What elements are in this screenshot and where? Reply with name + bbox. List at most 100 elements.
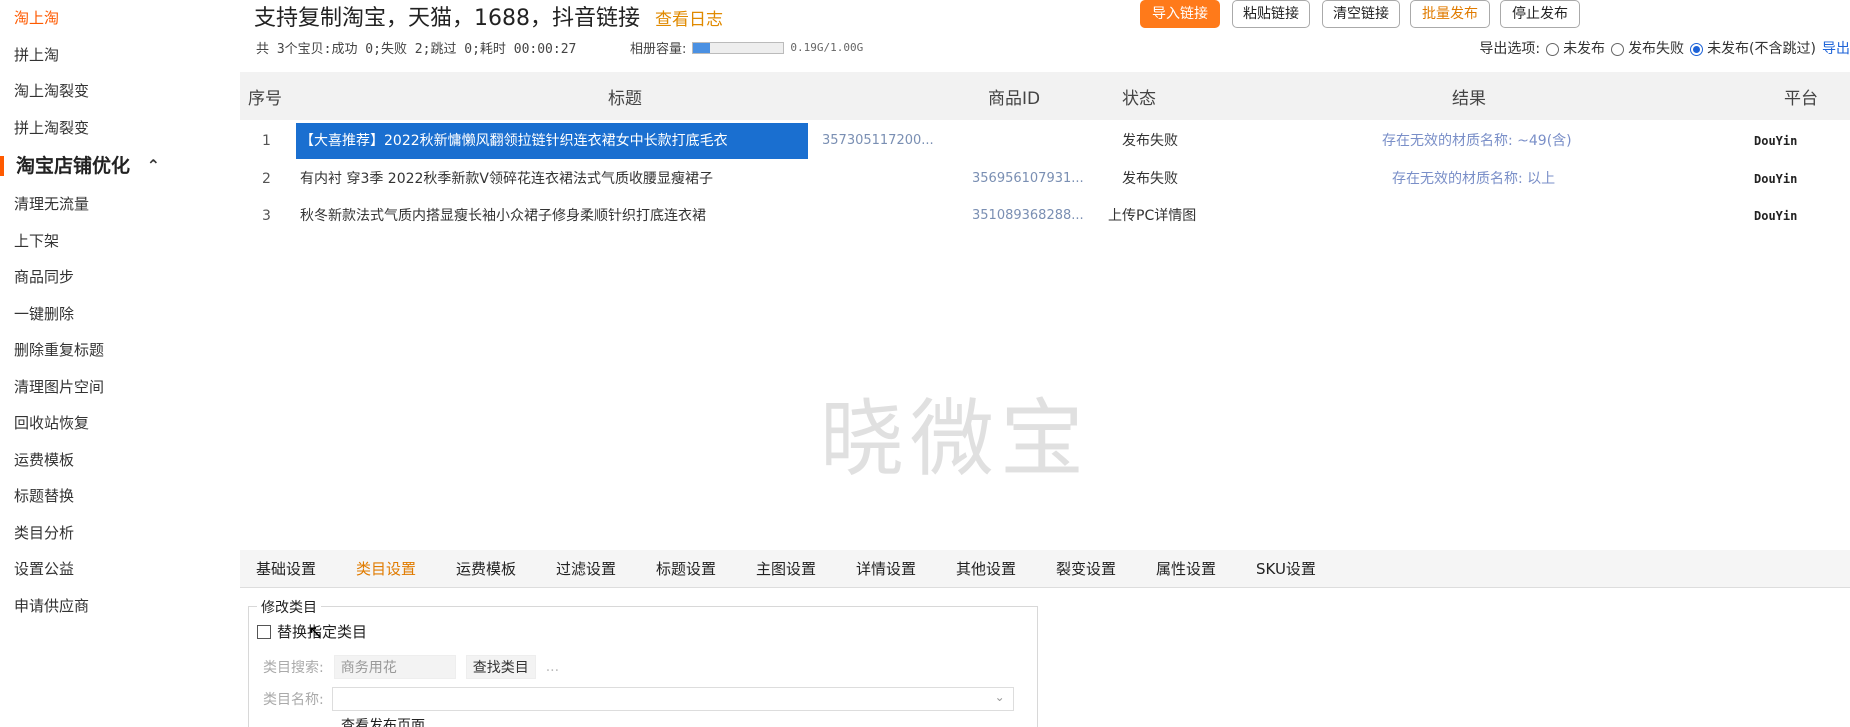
row-num: 2: [262, 171, 271, 187]
table-row[interactable]: 1 【大喜推荐】2022秋新慵懒风翻领拉链针织连衣裙女中长款打底毛衣 35730…: [240, 123, 1850, 159]
category-name-row: 类目名称: ⌄: [263, 687, 1014, 711]
capacity-bar-fill: [693, 42, 711, 53]
column-header-title: 标题: [608, 89, 642, 109]
row-title: 秋冬新款法式气质内搭显瘦长袖小众裙子修身柔顺针织打底连衣裙: [300, 208, 706, 224]
tab-basic[interactable]: 基础设置: [256, 550, 316, 588]
tab-fission[interactable]: 裂变设置: [1056, 550, 1116, 588]
capacity-label: 相册容量:: [630, 42, 687, 57]
tab-main-image[interactable]: 主图设置: [756, 550, 816, 588]
tab-attribute[interactable]: 属性设置: [1156, 550, 1216, 588]
sidebar-item-one-click-delete[interactable]: 一键删除: [0, 296, 200, 333]
radio-icon: [1611, 42, 1625, 56]
row-result: 存在无效的材质名称: 以上: [1392, 171, 1556, 187]
checkbox[interactable]: [257, 624, 271, 639]
sidebar-item-taoshangtao-fission[interactable]: 淘上淘裂变: [0, 73, 200, 110]
import-link-button[interactable]: 导入链接: [1140, 0, 1220, 28]
export-option-unpublished[interactable]: 未发布: [1546, 38, 1605, 58]
row-platform: DouYin: [1754, 209, 1798, 223]
row-product-id: 357305117200...: [822, 133, 934, 148]
category-search-input[interactable]: 商务用花: [333, 655, 456, 679]
sidebar-item-supplier-apply[interactable]: 申请供应商: [0, 588, 200, 625]
paste-link-button[interactable]: 粘贴链接: [1232, 0, 1310, 28]
radio-selected-icon: [1690, 42, 1704, 56]
category-search-label: 类目搜索:: [263, 660, 324, 676]
chevron-up-icon[interactable]: ⌃: [147, 146, 160, 186]
sidebar-item-charity[interactable]: 设置公益: [0, 551, 200, 588]
column-header-id: 商品ID: [988, 89, 1041, 109]
dots: ...: [545, 659, 560, 675]
panel-title: 修改类目: [257, 597, 321, 617]
sidebar-item-category-analysis[interactable]: 类目分析: [0, 515, 200, 552]
row-num: 1: [262, 133, 271, 149]
row-product-id: 351089368288...: [972, 208, 1084, 223]
tab-title[interactable]: 标题设置: [656, 550, 716, 588]
row-title: 有内衬 穿3季 2022秋季新款V领碎花连衣裙法式气质收腰显瘦裙子: [300, 171, 714, 187]
sidebar-section-shop-optimize[interactable]: 淘宝店铺优化 ⌃: [0, 146, 200, 186]
stop-publish-button[interactable]: 停止发布: [1500, 0, 1580, 28]
mouse-cursor-icon: ↖: [308, 622, 324, 643]
column-header-platform: 平台: [1784, 89, 1818, 109]
row-product-id: 356956107931...: [972, 171, 1084, 186]
sidebar-item-delete-duplicate-title[interactable]: 删除重复标题: [0, 332, 200, 369]
app-root: 淘上淘 拼上淘 淘上淘裂变 拼上淘裂变 淘宝店铺优化 ⌃ 清理无流量 上下架 商…: [0, 0, 1850, 727]
column-header-result: 结果: [1452, 89, 1486, 109]
sidebar-item-shipping-template[interactable]: 运费模板: [0, 442, 200, 479]
sidebar-item-title-replace[interactable]: 标题替换: [0, 478, 200, 515]
export-option-failed[interactable]: 发布失败: [1611, 38, 1684, 58]
row-platform: DouYin: [1754, 134, 1798, 148]
category-search-row: 类目搜索: 商务用花 查找类目 ...: [263, 655, 559, 679]
tab-shipping[interactable]: 运费模板: [456, 550, 516, 588]
page-title-text: 支持复制淘宝，天猫，1688，抖音链接: [254, 6, 640, 31]
section-accent-bar: [0, 156, 4, 176]
category-name-select[interactable]: ⌄: [331, 687, 1014, 711]
export-option-unpublished-noskip[interactable]: 未发布(不含跳过): [1690, 38, 1816, 58]
watermark: 晓微宝: [820, 390, 1091, 488]
page-title: 支持复制淘宝，天猫，1688，抖音链接 查看日志: [254, 0, 723, 32]
export-options: 导出选项: 未发布 发布失败 未发布(不含跳过) 导出: [1479, 38, 1850, 58]
sidebar-item-clean-image-space[interactable]: 清理图片空间: [0, 369, 200, 406]
chevron-down-icon: ⌄: [994, 690, 1005, 704]
export-label: 导出选项:: [1479, 41, 1541, 57]
album-capacity: 相册容量: 0.19G/1.00G: [630, 38, 863, 57]
sidebar-item-recycle-restore[interactable]: 回收站恢复: [0, 405, 200, 442]
tab-sku[interactable]: SKU设置: [1256, 550, 1316, 588]
row-result: 存在无效的材质名称: ~49(含): [1382, 133, 1572, 149]
radio-icon: [1546, 42, 1560, 56]
sidebar: 淘上淘 拼上淘 淘上淘裂变 拼上淘裂变 淘宝店铺优化 ⌃ 清理无流量 上下架 商…: [0, 0, 200, 727]
sidebar-item-pinshangtao-fission[interactable]: 拼上淘裂变: [0, 110, 200, 147]
stats-text: 共 3个宝贝:成功 0;失败 2;跳过 0;耗时 00:00:27: [256, 42, 577, 57]
capacity-value: 0.19G/1.00G: [790, 41, 864, 54]
batch-publish-button[interactable]: 批量发布: [1410, 0, 1490, 28]
table-header: [240, 72, 1850, 120]
category-name-label: 类目名称:: [263, 692, 324, 708]
sidebar-item-taoshangtao[interactable]: 淘上淘: [0, 0, 200, 37]
find-category-button[interactable]: 查找类目: [465, 655, 536, 679]
sidebar-item-clean-no-traffic[interactable]: 清理无流量: [0, 186, 200, 223]
capacity-bar: [692, 41, 785, 54]
clear-link-button[interactable]: 清空链接: [1322, 0, 1400, 28]
sidebar-item-product-sync[interactable]: 商品同步: [0, 259, 200, 296]
column-header-status: 状态: [1122, 89, 1156, 109]
column-header-num: 序号: [248, 89, 282, 109]
tab-category[interactable]: 类目设置: [356, 550, 416, 588]
row-status: 上传PC详情图: [1108, 208, 1197, 224]
table-row[interactable]: 3 秋冬新款法式气质内搭显瘦长袖小众裙子修身柔顺针织打底连衣裙 35108936…: [240, 198, 1850, 234]
row-platform: DouYin: [1754, 172, 1798, 186]
view-publish-page-link[interactable]: 查看发布页面: [341, 715, 425, 727]
row-status: 发布失败: [1122, 133, 1178, 149]
header: 支持复制淘宝，天猫，1688，抖音链接 查看日志 共 3个宝贝:成功 0;失败 …: [240, 0, 1850, 70]
row-num: 3: [262, 208, 271, 224]
sidebar-section-label: 淘宝店铺优化: [16, 155, 131, 177]
row-title: 【大喜推荐】2022秋新慵懒风翻领拉链针织连衣裙女中长款打底毛衣: [296, 123, 808, 159]
sidebar-item-pinshangtao[interactable]: 拼上淘: [0, 37, 200, 74]
settings-tabs: 基础设置 类目设置 运费模板 过滤设置 标题设置 主图设置 详情设置 其他设置 …: [240, 550, 1850, 588]
sidebar-item-listing[interactable]: 上下架: [0, 223, 200, 260]
tab-detail[interactable]: 详情设置: [856, 550, 916, 588]
view-log-link[interactable]: 查看日志: [655, 10, 723, 30]
tab-other[interactable]: 其他设置: [956, 550, 1016, 588]
export-button[interactable]: 导出: [1822, 38, 1850, 58]
category-panel: 修改类目 替换指定类目 类目搜索: 商务用花 查找类目 ... 类目名称: ⌄ …: [248, 597, 1038, 727]
row-status: 发布失败: [1122, 171, 1178, 187]
table-row[interactable]: 2 有内衬 穿3季 2022秋季新款V领碎花连衣裙法式气质收腰显瘦裙子 3569…: [240, 161, 1850, 197]
tab-filter[interactable]: 过滤设置: [556, 550, 616, 588]
